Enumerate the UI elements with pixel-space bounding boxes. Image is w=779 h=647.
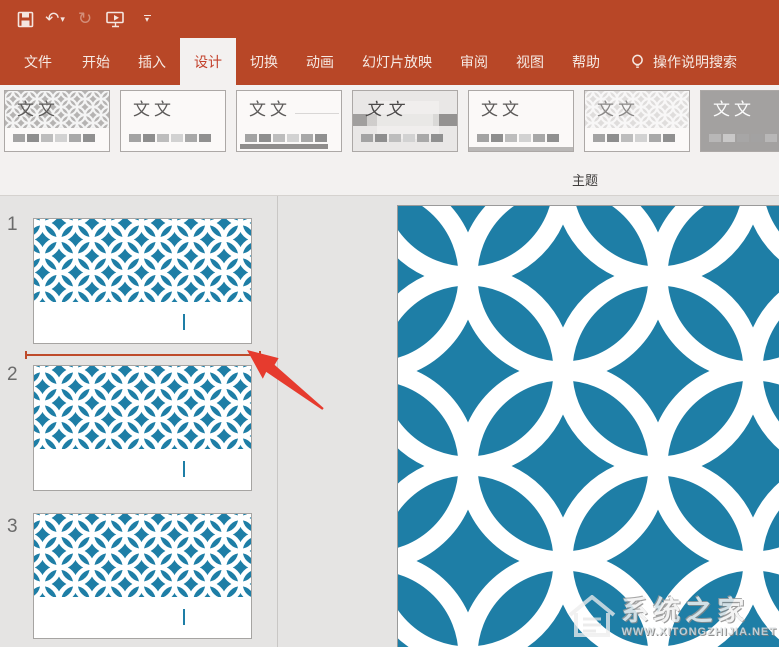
tab-slideshow[interactable]: 幻灯片放映 (348, 38, 446, 85)
ribbon-design-panel: 文文 文文 文文 文文 文文 文文 文文 主题 (0, 85, 779, 196)
undo-icon[interactable]: ↶ ▾ (40, 5, 70, 33)
theme-color-swatches (129, 134, 211, 142)
theme-color-swatches (245, 134, 327, 142)
theme-sample-text: 文文 (17, 100, 59, 119)
tab-view[interactable]: 视图 (502, 38, 558, 85)
theme-sample-text: 文文 (713, 100, 755, 119)
save-icon[interactable] (10, 5, 40, 33)
tab-help[interactable]: 帮助 (558, 38, 614, 85)
workspace: 1 2 3 系统之家 WWW.XITONGZHIJIA.NET (0, 196, 779, 647)
slide-thumbnail-panel: 1 2 3 (0, 196, 278, 647)
theme-banded[interactable]: 文文 (352, 90, 458, 152)
powerpoint-window: ↶▾ ↻ ▾ 文件 开始 插入 设计 切换 动画 幻灯片放映 审阅 视图 帮助 (0, 0, 779, 647)
tab-file[interactable]: 文件 (8, 38, 68, 85)
theme-sample-text: 文文 (249, 100, 291, 119)
slide-thumbnail-1[interactable] (33, 218, 252, 344)
theme-gallery: 文文 文文 文文 文文 文文 文文 文文 (4, 90, 779, 152)
tab-animations[interactable]: 动画 (292, 38, 348, 85)
theme-color-swatches (477, 134, 559, 142)
text-placeholder-mark (183, 314, 185, 330)
tab-transitions[interactable]: 切换 (236, 38, 292, 85)
tell-me-search[interactable]: 操作说明搜索 (630, 38, 737, 85)
theme-sample-text: 文文 (133, 100, 175, 119)
slide-insertion-indicator (25, 351, 261, 359)
text-placeholder-mark (183, 609, 185, 625)
theme-pattern-light[interactable]: 文文 (584, 90, 690, 152)
tab-review[interactable]: 审阅 (446, 38, 502, 85)
tab-home[interactable]: 开始 (68, 38, 124, 85)
theme-bottom-bar[interactable]: 文文 (236, 90, 342, 152)
slide-number: 2 (7, 364, 18, 385)
ribbon-tab-bar: 文件 开始 插入 设计 切换 动画 幻灯片放映 审阅 视图 帮助 操作说明搜索 (0, 38, 779, 85)
lightbulb-icon (630, 53, 645, 71)
slide-editing-canvas[interactable] (397, 205, 779, 647)
theme-office[interactable]: 文文 (120, 90, 226, 152)
theme-sample-text: 文文 (481, 100, 523, 119)
start-slideshow-icon[interactable] (100, 5, 130, 33)
theme-sample-text: 文文 (597, 100, 639, 119)
theme-bottom-strip[interactable]: 文文 (468, 90, 574, 152)
tell-me-label: 操作说明搜索 (653, 53, 737, 70)
undo-dropdown-icon[interactable]: ▾ (60, 14, 65, 25)
theme-dark[interactable]: 文文 (700, 90, 779, 152)
tab-insert[interactable]: 插入 (124, 38, 180, 85)
slide-thumbnail-3[interactable] (33, 513, 252, 639)
redo-icon: ↻ (77, 9, 93, 28)
text-placeholder-mark (183, 461, 185, 477)
theme-color-swatches (593, 134, 675, 142)
slide-number: 1 (7, 214, 18, 235)
theme-color-swatches (13, 134, 95, 142)
theme-color-swatches (709, 134, 779, 142)
theme-color-swatches (361, 134, 443, 142)
theme-sample-text: 文文 (365, 100, 407, 119)
customize-quick-access-icon[interactable]: ▾ (138, 15, 156, 24)
slide-number: 3 (7, 516, 18, 537)
ribbon-group-label-themes: 主题 (571, 173, 598, 188)
slide-thumbnail-2[interactable] (33, 365, 252, 491)
tab-design[interactable]: 设计 (180, 38, 236, 85)
theme-current-pattern[interactable]: 文文 (4, 90, 110, 152)
title-bar: ↶ ▾ ↻ ▾ (0, 0, 779, 38)
